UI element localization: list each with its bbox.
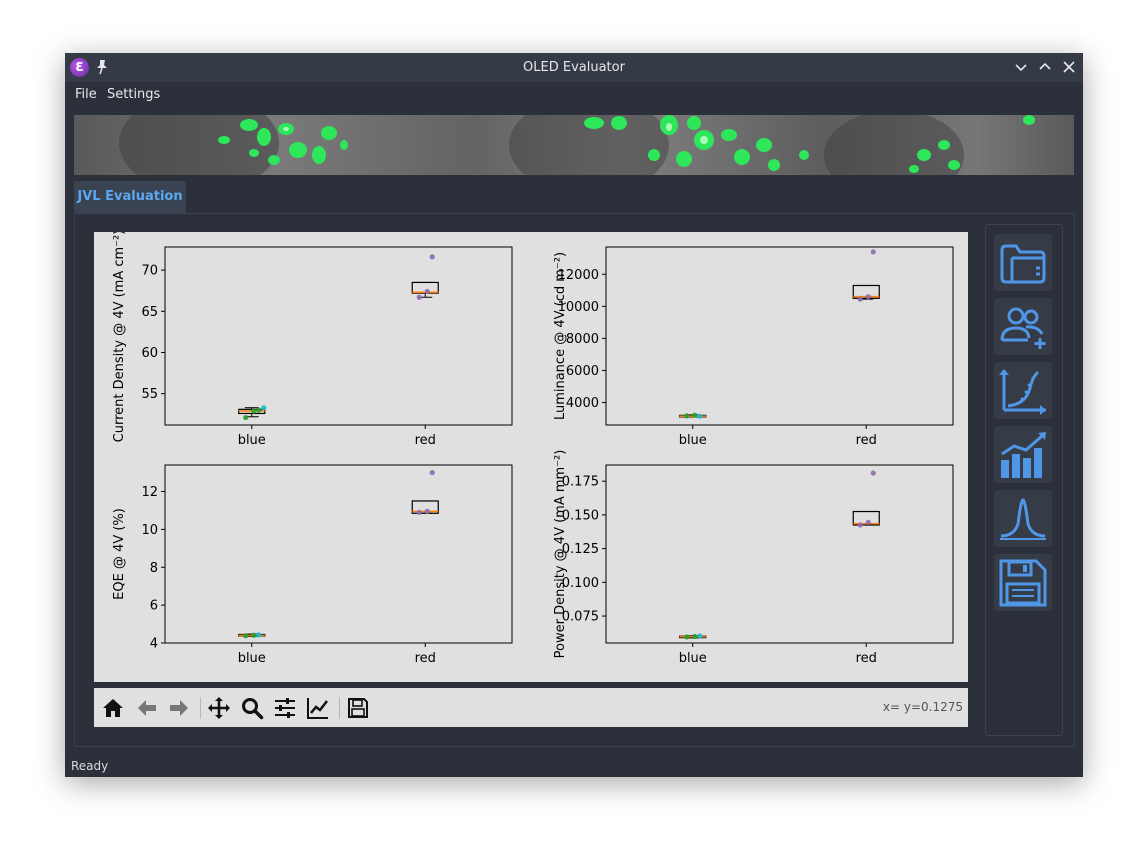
data-point [251,632,257,638]
banner-image [74,115,1074,175]
data-point [429,469,435,476]
y-tick-label: 8000 [566,332,599,347]
y-tick-label: 6 [150,599,158,614]
data-point [429,254,435,260]
y-tick-label: 60 [141,346,158,361]
y-axis-label: EQE @ 4V (%) [112,508,127,600]
x-tick-label: blue [679,433,707,448]
x-tick-label: red [856,433,877,448]
statistics-chart-icon [1001,432,1046,478]
menu-file[interactable]: File [75,82,97,107]
data-point [692,633,698,640]
y-tick-label: 70 [141,264,158,279]
data-point [697,633,703,639]
title-bar: Ɛ OLED Evaluator [65,53,1083,82]
data-point [684,634,690,640]
data-point [256,632,262,638]
data-point [424,508,430,514]
save-figure-icon[interactable] [346,696,370,720]
status-bar: Ready [71,759,109,773]
data-point [870,249,876,255]
minimize-button[interactable] [1013,59,1029,75]
open-folder-icon [1000,244,1046,284]
configure-subplots-icon[interactable] [273,696,297,720]
oled-pixel-photo [119,115,1035,175]
data-point [865,519,871,525]
toolbar-separator [200,697,201,719]
y-tick-label: 6000 [566,364,599,379]
back-icon[interactable] [135,696,159,720]
figure-canvas[interactable]: 55 60 65 70 blue red Current Density @ 4V (mA … [94,232,968,682]
data-point [416,509,422,515]
y-axis-label: Luminance @ 4V (cd m⁻²) [553,252,568,420]
save-button[interactable] [994,554,1052,611]
x-tick-label: red [856,651,877,666]
data-point [251,408,257,414]
data-point [697,413,703,419]
spectrum-icon [1000,498,1046,540]
fit-curve-icon [999,369,1046,415]
menu-settings[interactable]: Settings [107,82,160,107]
forward-icon[interactable] [167,696,191,720]
y-tick-label: 12 [141,485,158,500]
app-window: Ɛ OLED Evaluator File Settings JVL Evalu… [65,53,1083,777]
toolbar-separator [339,697,340,719]
data-point [857,522,863,528]
axes-frame [605,246,954,426]
y-tick-label: 8 [150,561,158,576]
data-point [243,633,249,639]
open-folder-button[interactable] [994,234,1052,291]
window-title: OLED Evaluator [523,60,625,75]
y-tick-label: 10 [141,523,158,538]
data-point [424,288,430,295]
x-tick-label: blue [679,651,707,666]
y-tick-label: 65 [141,305,158,320]
fit-curve-button[interactable] [994,362,1052,419]
y-axis-label: Current Density @ 4V (mA cm⁻²) [112,232,127,442]
tool-side-panel [985,224,1063,736]
close-button[interactable] [1061,59,1077,75]
spectrum-button[interactable] [994,490,1052,547]
pan-icon[interactable] [207,696,231,720]
axes-frame [164,246,513,426]
zoom-icon[interactable] [240,696,264,720]
x-tick-label: red [415,651,436,666]
data-point [261,405,267,411]
data-point [256,407,262,413]
data-point [684,413,690,419]
add-users-button[interactable] [994,298,1052,355]
y-tick-label: 4000 [566,396,599,411]
add-users-icon [1000,307,1046,349]
data-point [243,414,249,421]
y-tick-label: 4 [150,637,158,652]
save-icon [999,559,1047,607]
cursor-coordinates: x= y=0.1275 [882,700,963,714]
data-point [857,296,863,302]
x-tick-label: blue [238,651,266,666]
y-axis-label: Power Density @ 4V (mA mm⁻²) [553,450,568,659]
tab-jvl-evaluation[interactable]: JVL Evaluation [74,181,186,215]
data-point [870,470,876,476]
statistics-button[interactable] [994,426,1052,483]
data-point [865,294,871,300]
chart-figure: 55 60 65 70 blue red Current Density @ 4V (mA … [112,232,954,666]
edit-axis-icon[interactable] [306,696,330,720]
maximize-button[interactable] [1037,59,1053,75]
menu-bar: File Settings [65,82,1083,107]
y-tick-label: 55 [141,387,158,402]
axes-frame [605,464,954,644]
navigation-toolbar: x= y=0.1275 [94,688,968,727]
home-icon[interactable] [101,696,125,720]
data-point [692,412,698,418]
axes-frame [164,464,513,644]
x-tick-label: blue [238,433,266,448]
data-point [416,294,422,300]
x-tick-label: red [415,433,436,448]
